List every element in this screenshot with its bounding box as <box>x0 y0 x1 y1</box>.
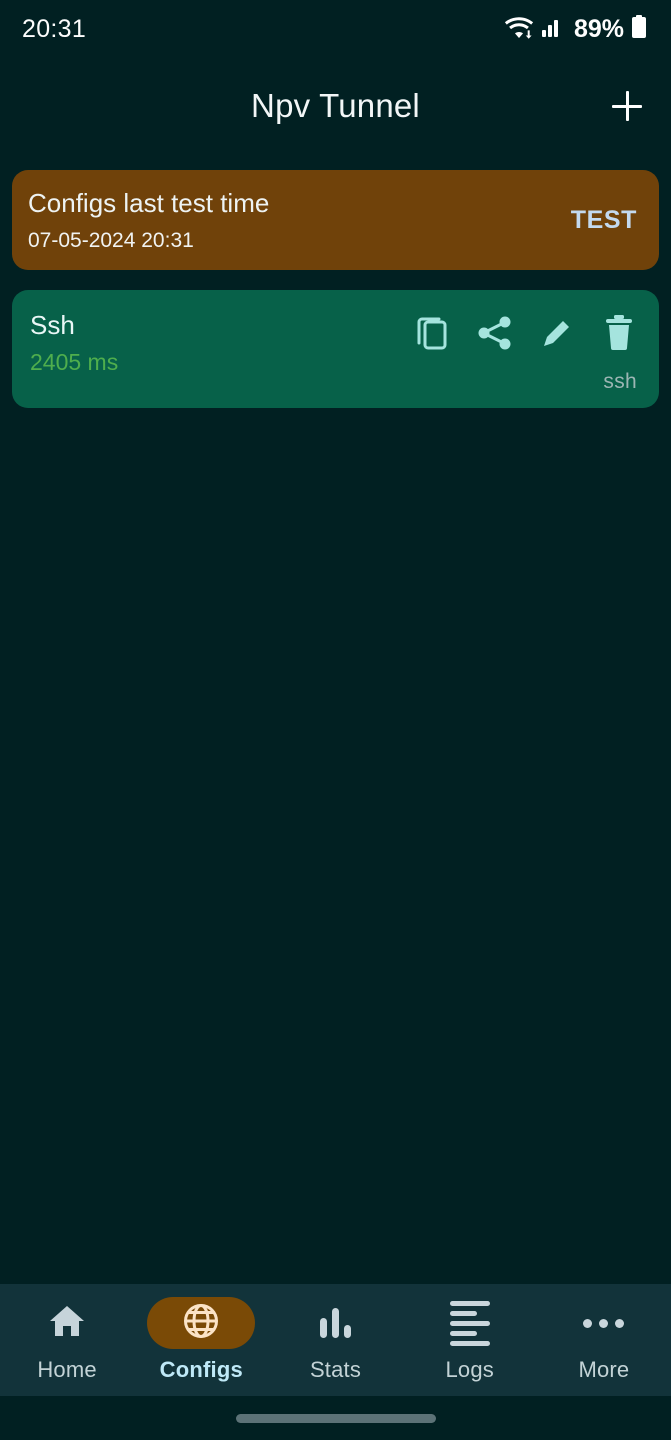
config-latency: 2405 ms <box>30 349 119 376</box>
nav-label-stats: Stats <box>309 1357 362 1382</box>
list-lines-icon <box>449 1300 490 1346</box>
nav-icon-stats-wrap <box>282 1297 390 1349</box>
share-button[interactable] <box>477 316 513 354</box>
home-icon <box>47 1303 87 1344</box>
share-icon <box>477 315 513 356</box>
nav-icon-logs-wrap <box>416 1297 524 1349</box>
nav-label-configs: Configs <box>159 1357 243 1382</box>
bar-chart-icon <box>320 1308 351 1338</box>
nav-item-stats[interactable]: Stats <box>268 1284 402 1396</box>
add-config-button[interactable] <box>603 82 651 130</box>
delete-icon <box>604 314 634 356</box>
nav-icon-configs-wrap <box>147 1297 256 1349</box>
last-test-time-text: Configs last test time 07-05-2024 20:31 <box>28 187 559 253</box>
edit-icon <box>540 316 574 355</box>
app-screen: 20:31 89% Npv Tunnel Configs last test t… <box>0 0 671 1440</box>
nav-item-configs[interactable]: Configs <box>134 1284 268 1396</box>
bottom-navigation: Home Configs Stats Logs More <box>0 1284 671 1396</box>
edit-button[interactable] <box>539 316 575 354</box>
app-bar: Npv Tunnel <box>0 58 671 154</box>
last-test-timestamp: 07-05-2024 20:31 <box>28 228 194 252</box>
config-tag: ssh <box>603 370 637 393</box>
nav-icon-home-wrap <box>13 1297 121 1349</box>
gesture-home-bar[interactable] <box>235 1413 436 1423</box>
wifi-icon <box>504 15 534 44</box>
last-test-time-title: Configs last test time <box>28 188 270 219</box>
gesture-nav-area <box>0 1396 671 1440</box>
last-test-time-card[interactable]: Configs last test time 07-05-2024 20:31 … <box>12 170 659 270</box>
copy-icon <box>416 315 450 356</box>
delete-button[interactable] <box>601 314 637 356</box>
page-title: Npv Tunnel <box>251 87 420 124</box>
battery-icon <box>631 14 647 44</box>
nav-item-home[interactable]: Home <box>0 1284 134 1396</box>
nav-item-logs[interactable]: Logs <box>403 1284 537 1396</box>
copy-button[interactable] <box>415 316 451 354</box>
status-bar: 20:31 89% <box>0 0 671 58</box>
config-item-ssh[interactable]: Ssh 2405 ms ssh <box>12 290 659 408</box>
more-dots-icon <box>583 1318 625 1328</box>
nav-icon-more-wrap <box>550 1297 658 1349</box>
status-indicators: 89% <box>504 14 647 44</box>
nav-label-logs: Logs <box>445 1357 494 1382</box>
config-info: Ssh 2405 ms <box>30 310 415 377</box>
main-content: Configs last test time 07-05-2024 20:31 … <box>0 154 671 1284</box>
cellular-signal-icon <box>541 16 563 43</box>
nav-label-home: Home <box>37 1357 97 1382</box>
plus-icon <box>612 91 642 121</box>
config-name: Ssh <box>30 310 75 340</box>
nav-item-more[interactable]: More <box>537 1284 671 1396</box>
status-clock: 20:31 <box>22 14 87 43</box>
test-button[interactable]: TEST <box>559 206 637 235</box>
battery-percent-label: 89% <box>573 14 624 43</box>
config-actions <box>415 310 637 354</box>
nav-label-more: More <box>578 1357 630 1382</box>
globe-icon <box>182 1302 220 1345</box>
